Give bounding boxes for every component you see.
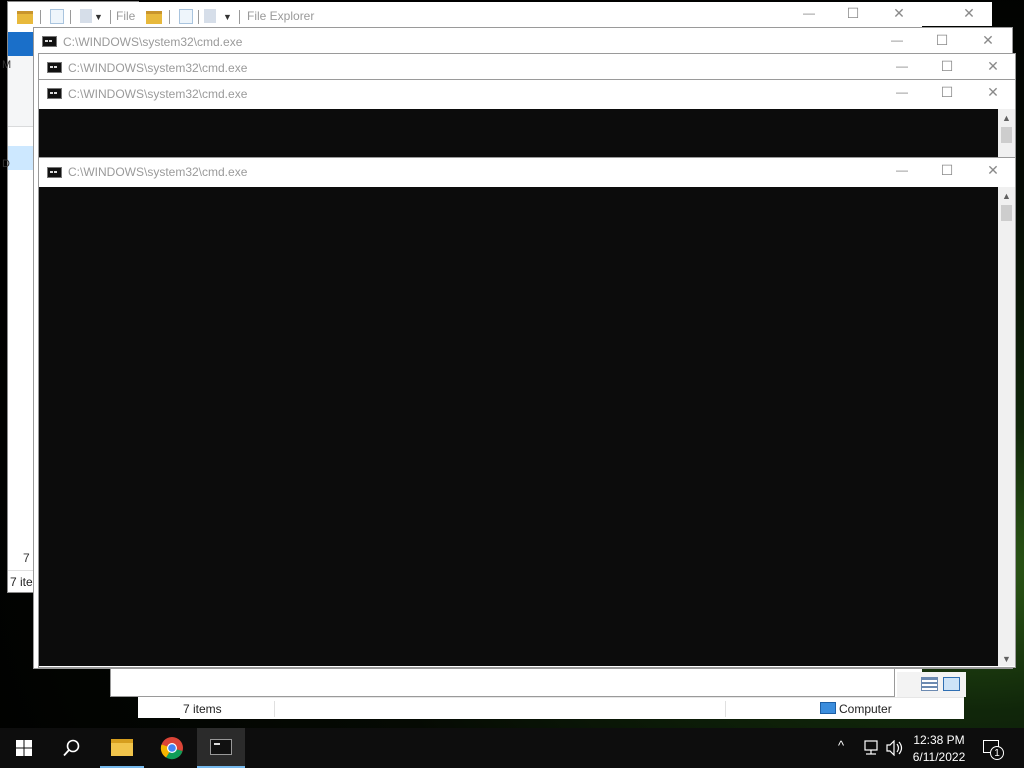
toolbar-separator [198,10,199,24]
background-window[interactable]: ✕ [922,2,992,26]
action-center-button[interactable]: 1 [980,738,1008,762]
window-title: File Explorer [247,9,315,23]
large-icons-view-icon[interactable] [943,677,960,691]
maximize-button[interactable]: ☐ [924,162,970,179]
status-divider [274,701,275,717]
cmd-title: C:\WINDOWS\system32\cmd.exe [68,61,248,75]
cmd-icon [47,88,62,99]
properties-icon[interactable] [50,9,64,24]
console-output[interactable] [39,187,998,666]
close-button[interactable]: ✕ [970,58,1016,75]
start-button[interactable] [0,728,48,768]
cmd-titlebar[interactable]: C:\WINDOWS\system32\cmd.exe — ☐ ✕ [39,158,1015,187]
status-location-text: Computer [839,702,892,716]
taskbar: ^ 12:38 PM 6/11/2022 1 [0,728,1024,768]
close-button[interactable]: ✕ [965,32,1011,49]
toolbar-separator [169,10,170,24]
minimize-button[interactable]: — [879,59,925,73]
cmd-icon [47,167,62,178]
taskbar-file-explorer[interactable] [98,728,146,768]
status-items-text: 7 items [183,702,222,716]
cmd-title: C:\WINDOWS\system32\cmd.exe [63,35,243,49]
windows-logo-icon [16,740,32,756]
cmd-titlebar[interactable]: C:\WINDOWS\system32\cmd.exe — ☐ ✕ [34,28,1012,54]
maximize-button[interactable]: ☐ [924,84,970,101]
console-output[interactable] [39,109,998,157]
search-button[interactable] [48,728,96,768]
customize-dropdown-icon[interactable]: ▼ [94,12,103,22]
cmd-titlebar[interactable]: C:\WINDOWS\system32\cmd.exe — ☐ ✕ [39,80,1015,108]
new-folder-icon[interactable] [80,9,92,23]
minimize-button[interactable]: — [879,163,925,177]
cmd-title: C:\WINDOWS\system32\cmd.exe [68,87,248,101]
details-view-icon[interactable] [921,677,938,691]
clock-date: 6/11/2022 [912,750,966,764]
window-title: File [116,9,136,23]
sidebar-label: D [2,158,10,170]
content-area-bottom [110,668,895,697]
toolbar-separator [239,10,240,24]
close-button[interactable]: ✕ [970,84,1016,101]
scroll-up-icon[interactable]: ▲ [998,189,1015,203]
sidebar-label: M [2,59,12,71]
folder-icon [111,739,133,756]
minimize-button[interactable]: — [874,33,920,47]
scroll-thumb[interactable] [1001,127,1012,143]
customize-dropdown-icon[interactable]: ▼ [223,12,232,22]
notification-badge: 1 [990,746,1004,760]
taskbar-cmd[interactable] [197,728,245,768]
maximize-button[interactable]: ☐ [919,32,965,49]
cmd-icon [42,36,57,47]
search-icon [63,739,80,757]
status-bar: 7 items Computer [180,697,964,719]
new-folder-icon[interactable] [204,9,216,23]
close-button[interactable]: ✕ [970,162,1016,179]
close-button[interactable]: ✕ [876,5,922,22]
toolbar-separator [40,10,41,24]
toolbar-separator [70,10,71,24]
properties-icon[interactable] [179,9,193,24]
vertical-scrollbar[interactable]: ▲ [998,109,1015,157]
scroll-down-icon[interactable]: ▼ [998,652,1015,666]
view-toggle-bar [897,672,966,697]
cmd-window-4[interactable]: C:\WINDOWS\system32\cmd.exe — ☐ ✕ ▲ ▼ [39,158,1015,667]
scroll-up-icon[interactable]: ▲ [998,111,1015,125]
clock[interactable]: 12:38 PM 6/11/2022 [906,731,972,765]
scroll-thumb[interactable] [1001,205,1012,221]
minimize-button[interactable]: — [786,6,832,20]
cmd-title: C:\WINDOWS\system32\cmd.exe [68,165,248,179]
computer-icon [820,702,836,714]
status-divider [725,701,726,717]
show-hidden-icons-icon[interactable]: ^ [838,738,844,753]
chrome-icon [160,737,183,760]
cmd-icon [47,62,62,73]
volume-icon[interactable] [886,740,904,756]
vertical-scrollbar[interactable]: ▲ ▼ [998,187,1015,666]
close-button[interactable]: ✕ [946,5,992,22]
network-icon[interactable] [862,740,880,756]
folder-icon [17,11,33,24]
maximize-button[interactable]: ☐ [830,5,876,22]
toolbar-separator [110,10,111,24]
cmd-icon [210,739,232,755]
taskbar-chrome[interactable] [148,728,196,768]
clock-time: 12:38 PM [913,733,965,747]
item-count-label: 7 [23,551,30,565]
status-items-text: 7 ite [10,575,33,589]
minimize-button[interactable]: — [879,85,925,99]
folder-icon [146,11,162,24]
cmd-titlebar[interactable]: C:\WINDOWS\system32\cmd.exe — ☐ ✕ [39,54,1015,80]
maximize-button[interactable]: ☐ [924,58,970,75]
